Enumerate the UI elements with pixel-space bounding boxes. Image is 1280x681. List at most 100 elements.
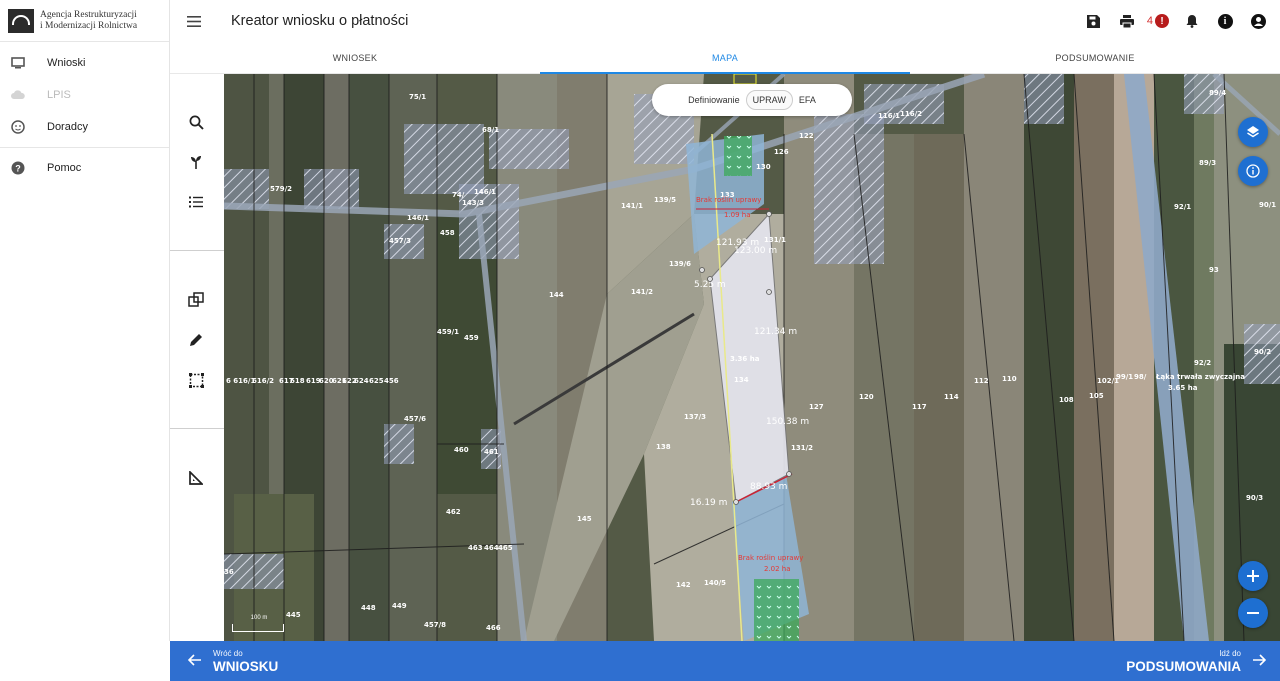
svg-text:116/1: 116/1 bbox=[878, 112, 900, 120]
save-icon[interactable] bbox=[1084, 11, 1104, 31]
zoom-out-button[interactable] bbox=[1238, 598, 1268, 628]
sidebar-item-pomoc[interactable]: ? Pomoc bbox=[0, 152, 169, 184]
wizard-footer: Wróć do WNIOSKU Idź do PODSUMOWANIA bbox=[170, 641, 1280, 681]
svg-text:462: 462 bbox=[446, 508, 461, 516]
error-count[interactable]: 4 bbox=[1147, 15, 1153, 27]
next-hint: Idź do bbox=[1219, 648, 1241, 658]
svg-text:68/1: 68/1 bbox=[482, 126, 499, 134]
layers-button[interactable] bbox=[1238, 117, 1268, 147]
sidebar-item-doradcy[interactable]: Doradcy bbox=[0, 111, 169, 143]
plant-marker-icon[interactable] bbox=[184, 150, 208, 174]
svg-text:141/2: 141/2 bbox=[631, 288, 653, 296]
search-icon[interactable] bbox=[184, 110, 208, 134]
svg-text:140/5: 140/5 bbox=[704, 579, 726, 587]
map-view[interactable]: 75/1 68/1 579/2 74/143/3 146/1 146/1 457/3 4… bbox=[224, 74, 1280, 641]
svg-text:456: 456 bbox=[384, 377, 399, 385]
sidebar-item-lpis[interactable]: LPIS bbox=[0, 79, 169, 111]
svg-text:117: 117 bbox=[912, 403, 927, 411]
svg-text:463: 463 bbox=[468, 544, 483, 552]
sidebar-item-wnioski[interactable]: Wnioski bbox=[0, 47, 169, 79]
svg-text:457/6: 457/6 bbox=[404, 415, 426, 423]
zoom-in-button[interactable] bbox=[1238, 561, 1268, 591]
hamburger-menu-icon[interactable] bbox=[170, 0, 218, 42]
svg-text:116/2: 116/2 bbox=[900, 110, 922, 118]
svg-text:616/2: 616/2 bbox=[252, 377, 274, 385]
arimr-logo[interactable]: Agencja Restrukturyzacji i Modernizacji … bbox=[0, 0, 169, 42]
crop-label: Łąka trwała zwyczajna bbox=[1155, 373, 1245, 381]
svg-text:131/1: 131/1 bbox=[764, 236, 786, 244]
svg-text:114: 114 bbox=[944, 393, 959, 401]
tab-wniosek[interactable]: WNIOSEK bbox=[170, 42, 540, 73]
print-icon[interactable] bbox=[1117, 11, 1137, 31]
map-tools-column bbox=[170, 74, 224, 641]
parcel-warning-area: 1.09 ha bbox=[724, 211, 751, 219]
copy-geometry-icon[interactable] bbox=[184, 288, 208, 312]
help-icon: ? bbox=[10, 160, 26, 176]
svg-text:146/1: 146/1 bbox=[474, 188, 496, 196]
svg-text:90/2: 90/2 bbox=[1254, 348, 1271, 356]
svg-text:90/1: 90/1 bbox=[1259, 201, 1276, 209]
svg-text:146/1: 146/1 bbox=[407, 214, 429, 222]
svg-text:466: 466 bbox=[486, 624, 501, 632]
svg-text:579/2: 579/2 bbox=[270, 185, 292, 193]
minus-icon bbox=[1247, 612, 1259, 614]
measure-ruler-icon[interactable] bbox=[184, 466, 208, 490]
tab-bar: WNIOSEK MAPA PODSUMOWANIE bbox=[170, 42, 1280, 74]
svg-text:92/1: 92/1 bbox=[1174, 203, 1191, 211]
info-icon[interactable]: i bbox=[1215, 11, 1235, 31]
app-header: Kreator wniosku o płatności 4 ! i bbox=[170, 0, 1280, 42]
tools-divider bbox=[170, 428, 224, 429]
parcel-warning-label: Brak roślin uprawy bbox=[696, 196, 761, 204]
svg-text:99/1: 99/1 bbox=[1116, 373, 1133, 381]
svg-text:465: 465 bbox=[498, 544, 513, 552]
list-icon[interactable] bbox=[184, 190, 208, 214]
svg-text:98/: 98/ bbox=[1134, 373, 1147, 381]
definition-mode-switch: Definiowanie UPRAW EFA bbox=[652, 84, 852, 116]
mode-option-efa[interactable]: EFA bbox=[793, 91, 822, 109]
measure-label: 88.93 m bbox=[750, 482, 787, 492]
logo-line-1: Agencja Restrukturyzacji bbox=[40, 9, 137, 20]
svg-text:142: 142 bbox=[676, 581, 691, 589]
svg-text:131/2: 131/2 bbox=[791, 444, 813, 452]
svg-text:464: 464 bbox=[484, 544, 499, 552]
svg-text:112: 112 bbox=[974, 377, 989, 385]
svg-text:89/4: 89/4 bbox=[1209, 89, 1226, 97]
svg-text:127: 127 bbox=[809, 403, 824, 411]
svg-text:459/1: 459/1 bbox=[437, 328, 459, 336]
svg-text:618: 618 bbox=[290, 377, 305, 385]
notifications-bell-icon[interactable] bbox=[1182, 11, 1202, 31]
tab-mapa[interactable]: MAPA bbox=[540, 42, 910, 74]
svg-text:139/5: 139/5 bbox=[654, 196, 676, 204]
sidebar-item-label: LPIS bbox=[47, 89, 71, 101]
svg-text:458: 458 bbox=[440, 229, 455, 237]
edit-pencil-icon[interactable] bbox=[184, 328, 208, 352]
tab-podsumowanie[interactable]: PODSUMOWANIE bbox=[910, 42, 1280, 73]
svg-text:457/8: 457/8 bbox=[424, 621, 446, 629]
svg-text:449: 449 bbox=[392, 602, 407, 610]
map-info-button[interactable] bbox=[1238, 156, 1268, 186]
svg-text:448: 448 bbox=[361, 604, 376, 612]
info-outline-icon bbox=[1246, 164, 1260, 178]
svg-text:137/3: 137/3 bbox=[684, 413, 706, 421]
svg-text:75/1: 75/1 bbox=[409, 93, 426, 101]
error-alert-icon[interactable]: ! bbox=[1155, 14, 1169, 28]
measure-label: 16.19 m bbox=[690, 498, 727, 508]
next-target: PODSUMOWANIA bbox=[1126, 658, 1241, 674]
svg-text:108: 108 bbox=[1059, 396, 1074, 404]
arrow-left-icon bbox=[187, 653, 201, 670]
svg-text:126: 126 bbox=[774, 148, 789, 156]
back-to-application-button[interactable]: Wróć do WNIOSKU bbox=[184, 641, 278, 681]
go-to-summary-button[interactable]: Idź do PODSUMOWANIA bbox=[1126, 641, 1267, 681]
map-scale-bar: 100 m bbox=[232, 615, 284, 632]
orthophoto-map[interactable]: 75/1 68/1 579/2 74/143/3 146/1 146/1 457/3 4… bbox=[224, 74, 1280, 641]
svg-text:110: 110 bbox=[1002, 375, 1017, 383]
nav-divider bbox=[0, 147, 169, 148]
account-icon[interactable] bbox=[1248, 11, 1268, 31]
cloud-icon bbox=[10, 87, 26, 103]
mode-option-upraw[interactable]: UPRAW bbox=[745, 90, 793, 110]
back-hint: Wróć do bbox=[213, 648, 243, 658]
measure-label: 121.34 m bbox=[754, 327, 797, 337]
svg-text:625: 625 bbox=[369, 377, 384, 385]
tools-divider bbox=[170, 250, 224, 251]
select-area-icon[interactable] bbox=[184, 368, 208, 392]
